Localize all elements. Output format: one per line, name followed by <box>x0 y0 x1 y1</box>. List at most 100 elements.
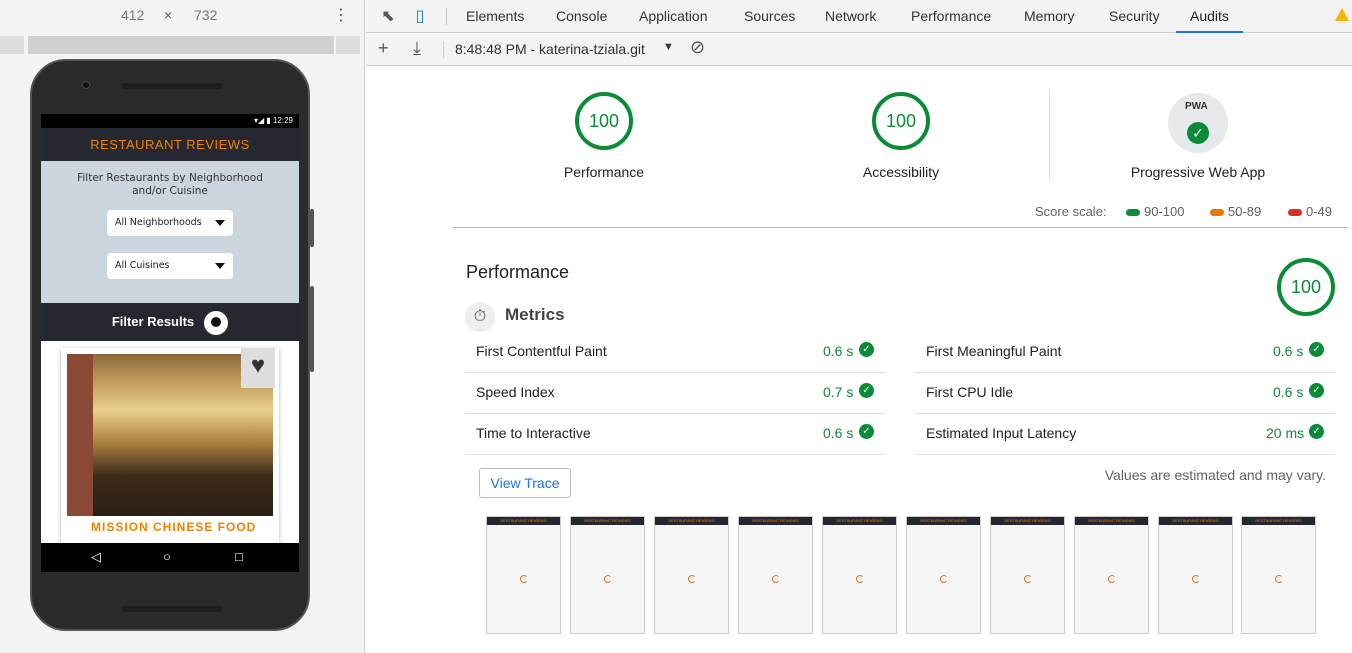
filmstrip-frame: RESTAURANT REVIEWS <box>486 516 561 634</box>
poor-dot-icon <box>1288 209 1302 217</box>
filmstrip-frame: RESTAURANT REVIEWS <box>1074 516 1149 634</box>
metric-row: First Meaningful Paint 0.6 s ✓ <box>915 332 1335 373</box>
report-selector[interactable]: 8:48:48 PM - katerina-tziala.git <box>455 41 645 57</box>
tab-security[interactable]: Security <box>1107 0 1162 33</box>
audits-toolbar: + ⤓ 8:48:48 PM - katerina-tziala.git ▼ ⊘ <box>366 34 1352 66</box>
pass-check-icon: ✓ <box>1309 424 1324 439</box>
filter-results-label: Filter Results <box>111 314 195 329</box>
restaurant-card[interactable]: ♥ MISSION CHINESE FOOD <box>61 348 279 572</box>
average-dot-icon <box>1210 209 1224 217</box>
favorite-heart-icon[interactable]: ♥ <box>241 348 275 388</box>
pass-check-icon: ✓ <box>859 424 874 439</box>
metric-value: 0.7 s <box>823 384 854 400</box>
loading-spinner-icon <box>520 575 528 583</box>
check-icon: ✓ <box>1187 122 1209 144</box>
tab-network[interactable]: Network <box>823 0 878 33</box>
new-audit-icon[interactable]: + <box>378 38 389 59</box>
tab-audits[interactable]: Audits <box>1176 0 1243 33</box>
view-trace-button[interactable]: View Trace <box>479 468 571 498</box>
filmstrip-frame: RESTAURANT REVIEWS <box>1158 516 1233 634</box>
tab-memory[interactable]: Memory <box>1022 0 1077 33</box>
device-toolbar-icon[interactable]: ▯ <box>406 0 434 33</box>
frame-header: RESTAURANT REVIEWS <box>991 517 1064 525</box>
dropdown-arrow-icon <box>215 263 225 269</box>
tab-elements[interactable]: Elements <box>464 0 526 33</box>
metric-value: 0.6 s <box>1273 343 1304 359</box>
filter-heading: Filter Restaurants by Neighborhood and/o… <box>77 172 263 197</box>
score-scale-label: Score scale: <box>1035 204 1107 219</box>
scale-good-text: 90-100 <box>1144 204 1185 219</box>
metric-name: First Contentful Paint <box>476 343 607 359</box>
frame-header: RESTAURANT REVIEWS <box>487 517 560 525</box>
frame-header: RESTAURANT REVIEWS <box>655 517 728 525</box>
filter-panel: Filter Restaurants by Neighborhood and/o… <box>41 161 299 303</box>
report-dropdown-icon[interactable]: ▼ <box>663 41 674 53</box>
nav-recent-icon[interactable]: □ <box>235 549 243 564</box>
metric-value: 20 ms <box>1266 425 1305 441</box>
frame-header: RESTAURANT REVIEWS <box>1075 517 1148 525</box>
clear-reports-icon[interactable]: ⊘ <box>690 37 705 58</box>
scale-average: 50-89 <box>1210 204 1261 219</box>
device-toolbar: 412 × 732 ⋮ <box>0 0 364 33</box>
warning-icon[interactable] <box>1335 8 1349 21</box>
neighborhoods-select-value: All Neighborhoods <box>115 217 202 228</box>
frame-header: RESTAURANT REVIEWS <box>823 517 896 525</box>
tab-performance[interactable]: Performance <box>909 0 993 33</box>
status-time: 12:29 <box>272 116 293 125</box>
pwa-gauge-label: Progressive Web App <box>1130 164 1266 180</box>
loading-spinner-icon <box>1192 575 1200 583</box>
filmstrip-frame: RESTAURANT REVIEWS <box>906 516 981 634</box>
loading-spinner-icon <box>1024 575 1032 583</box>
device-height-input[interactable]: 732 <box>194 7 217 23</box>
divider <box>453 227 1348 228</box>
pwa-badge[interactable]: PWA ✓ <box>1168 93 1228 153</box>
phone-screen: ▾◢ ▮ 12:29 RESTAURANT REVIEWS Filter Res… <box>41 114 299 572</box>
tab-application[interactable]: Application <box>637 0 710 33</box>
nav-back-icon[interactable]: ◁ <box>91 549 101 565</box>
filmstrip-frame: RESTAURANT REVIEWS <box>990 516 1065 634</box>
inspect-element-icon[interactable]: ⬉ <box>374 0 402 33</box>
filmstrip-frame: RESTAURANT REVIEWS <box>654 516 729 634</box>
tab-sources[interactable]: Sources <box>742 0 797 33</box>
pass-check-icon: ✓ <box>859 383 874 398</box>
lighthouse-report: 100 Performance 100 Accessibility PWA ✓ … <box>366 67 1352 653</box>
pwa-badge-text: PWA <box>1185 101 1208 112</box>
metric-row: Time to Interactive 0.6 s ✓ <box>465 414 885 455</box>
pass-check-icon: ✓ <box>859 342 874 357</box>
metric-name: Speed Index <box>476 384 555 400</box>
metric-name: Estimated Input Latency <box>926 425 1077 441</box>
dropdown-arrow-icon <box>215 220 225 226</box>
device-emulator-pane: 412 × 732 ⋮ ▾◢ ▮ 12:29 RESTAURANT REVIEW… <box>0 0 365 653</box>
loading-spinner-icon <box>940 575 948 583</box>
pass-check-icon: ✓ <box>1309 383 1324 398</box>
filter-results-bar[interactable]: Filter Results <box>41 303 299 341</box>
device-width-input[interactable]: 412 <box>121 7 144 23</box>
metric-row: Speed Index 0.7 s ✓ <box>465 373 885 414</box>
performance-section-gauge: 100 <box>1277 258 1335 316</box>
metric-row: Estimated Input Latency 20 ms ✓ <box>915 414 1335 455</box>
accessibility-gauge[interactable]: 100 <box>872 92 930 150</box>
metric-row: First Contentful Paint 0.6 s ✓ <box>465 332 885 373</box>
map-pin-icon[interactable] <box>204 310 229 335</box>
tab-console[interactable]: Console <box>554 0 609 33</box>
metrics-heading: Metrics <box>505 305 565 324</box>
metric-value: 0.6 s <box>823 343 854 359</box>
nav-home-icon[interactable]: ○ <box>163 549 171 564</box>
loading-spinner-icon <box>1275 575 1283 583</box>
performance-gauge[interactable]: 100 <box>575 92 633 150</box>
scale-average-text: 50-89 <box>1228 204 1262 219</box>
filmstrip-frame: RESTAURANT REVIEWS <box>738 516 813 634</box>
times-separator: × <box>164 7 173 23</box>
performance-gauge-label: Performance <box>563 164 645 180</box>
neighborhoods-select[interactable]: All Neighborhoods <box>107 210 233 236</box>
frame-header: RESTAURANT REVIEWS <box>907 517 980 525</box>
media-query-bar[interactable] <box>0 36 362 54</box>
pass-check-icon: ✓ <box>1309 342 1324 357</box>
volume-button <box>310 209 314 247</box>
device-menu-icon[interactable]: ⋮ <box>332 4 350 28</box>
power-button <box>310 286 314 372</box>
download-report-icon[interactable]: ⤓ <box>413 38 421 59</box>
app-title[interactable]: RESTAURANT REVIEWS <box>90 137 249 152</box>
cuisines-select[interactable]: All Cuisines <box>107 253 233 279</box>
status-bar: ▾◢ ▮ 12:29 <box>41 114 299 128</box>
